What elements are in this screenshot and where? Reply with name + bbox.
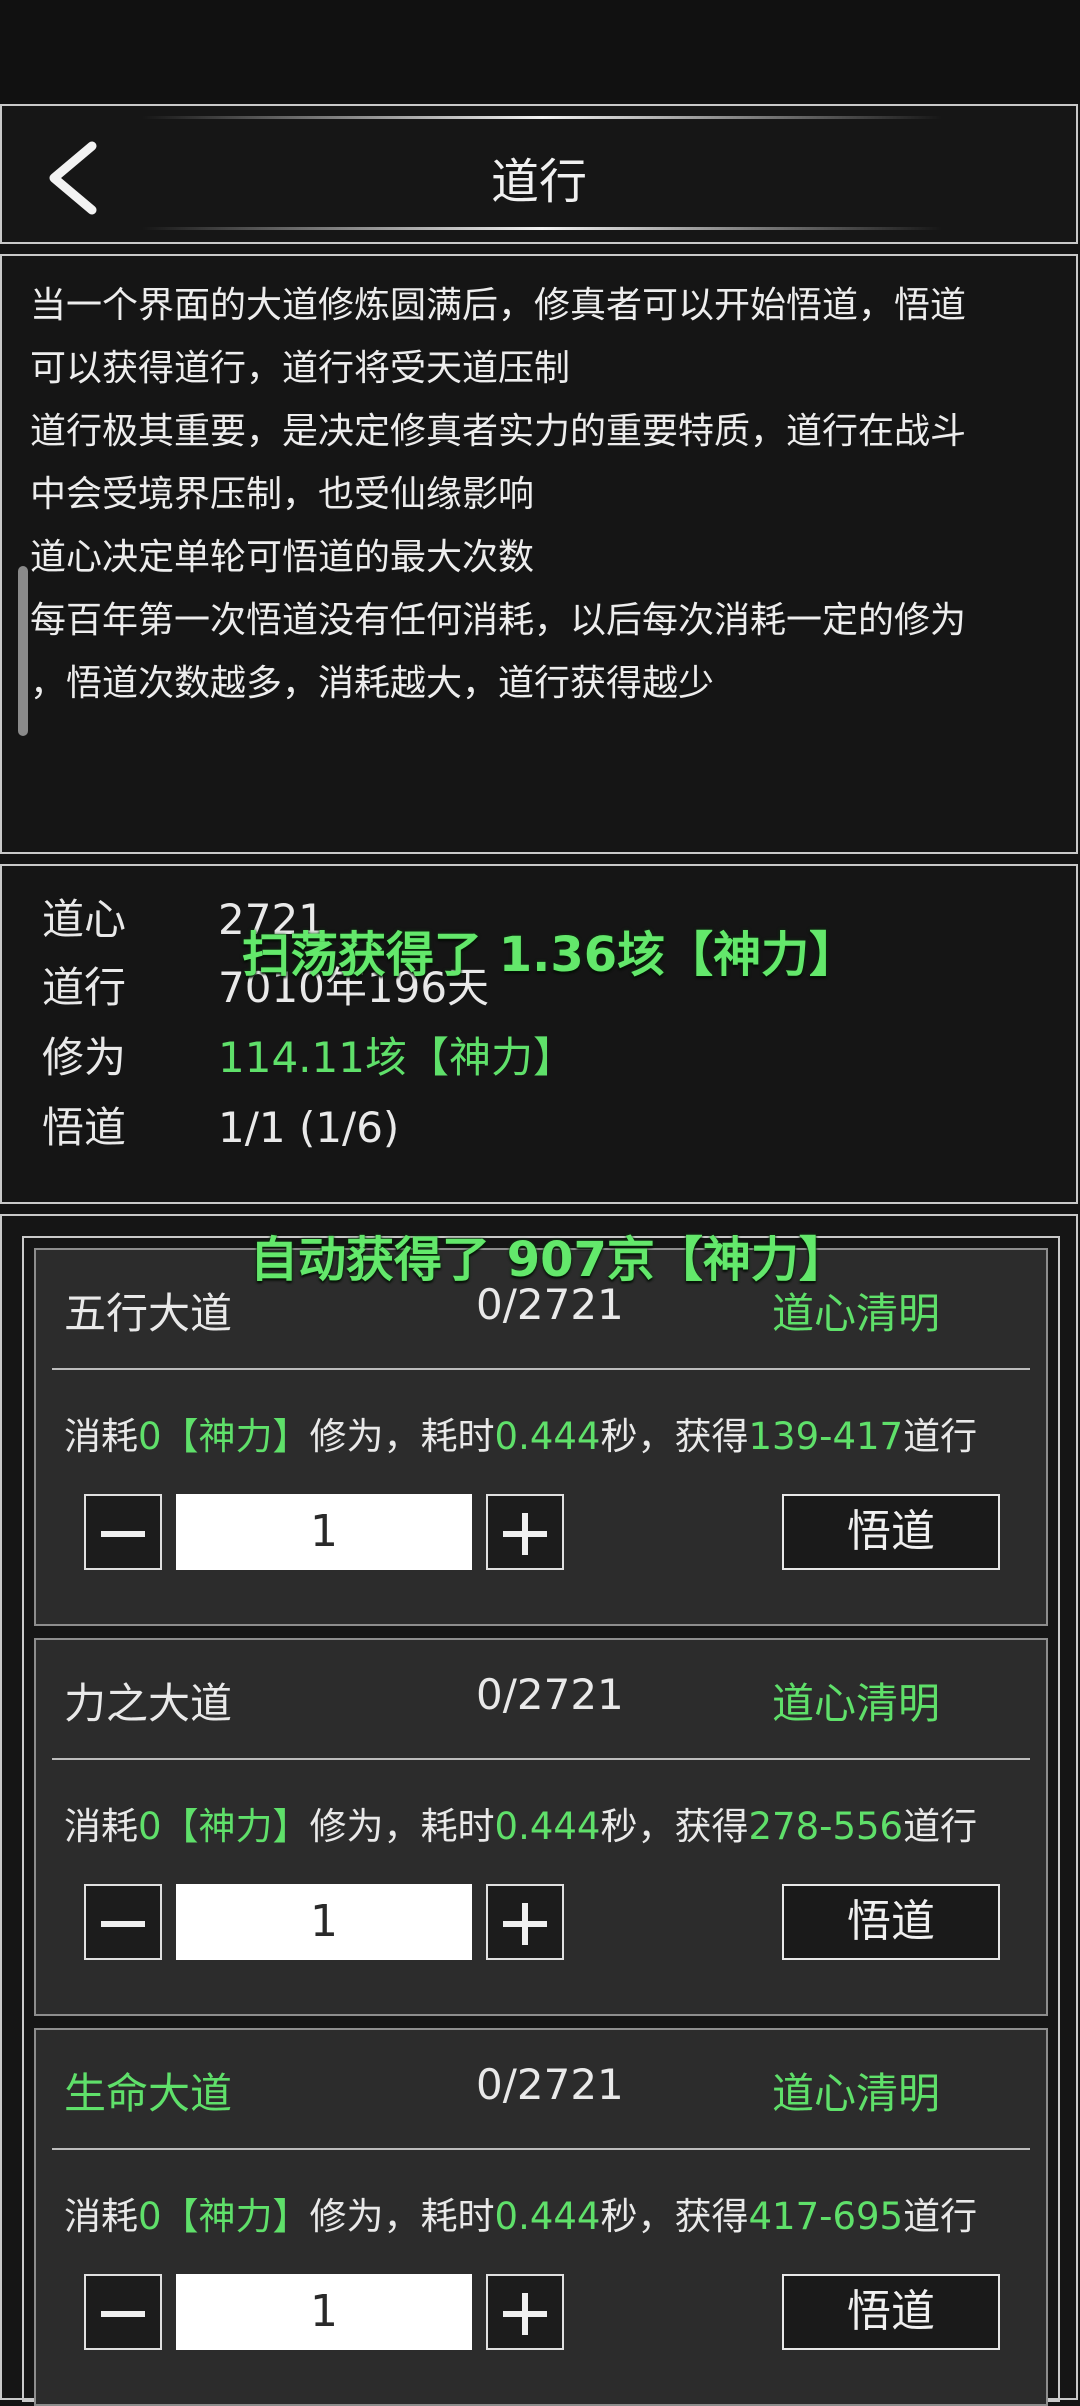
plus-icon [503,1903,547,1945]
description-line: 中会受境界压制，也受仙缘影响 [30,474,535,515]
gain-unit: 道行 [903,1805,978,1848]
dao-list-frame: 五行大道 0/2721 道心清明 消耗0【神力】修为，耗时0.444秒，获得13… [22,1236,1060,2406]
status-bar-area [0,0,1080,104]
wudao-button[interactable]: 悟道 [782,1884,1000,1960]
minus-icon [101,1921,145,1927]
cost-value: 0【神力】 [138,1805,310,1848]
gain-value: 417-695 [748,2195,904,2238]
header-decor-line-top [142,116,942,119]
cost-text: 消耗0【神力】修为，耗时0.444秒，获得139-417道行 [64,1406,977,1460]
stat-wudao: 悟道 1/1 (1/6) [42,1094,399,1155]
time-value: 0.444 [494,2195,601,2238]
cost-mid: 修为，耗时 [309,1415,495,1458]
stat-xiuwei: 修为 114.11垓【神力】 [42,1024,575,1085]
stat-label: 道心 [42,895,127,944]
decrease-button[interactable] [84,1494,162,1570]
dao-card: 生命大道 0/2721 道心清明 消耗0【神力】修为，耗时0.444秒，获得41… [34,2028,1048,2406]
time-value: 0.444 [494,1805,601,1848]
description-line: ，悟道次数越多，消耗越大，道行获得越少 [30,663,715,704]
gain-unit: 道行 [903,1415,978,1458]
dao-name: 生命大道 [64,2069,233,2118]
stat-label: 悟道 [42,1103,127,1152]
dao-count: 0/2721 [476,2060,624,2109]
divider [52,1368,1030,1370]
description-line: 道心决定单轮可悟道的最大次数 [30,537,535,578]
quantity-input[interactable]: 1 [176,1494,472,1570]
cost-prefix: 消耗 [64,2195,138,2238]
cost-prefix: 消耗 [64,1805,138,1848]
description-panel[interactable]: 当一个界面的大道修炼圆满后，修真者可以开始悟道，悟道 可以获得道行，道行将受天道… [0,254,1078,854]
gain-unit: 道行 [903,2195,978,2238]
description-line: 每百年第一次悟道没有任何消耗，以后每次消耗一定的修为 [30,600,967,641]
plus-icon [503,2293,547,2335]
description-line: 当一个界面的大道修炼圆满后，修真者可以开始悟道，悟道 [30,285,967,326]
page-title: 道行 [490,154,587,210]
decrease-button[interactable] [84,2274,162,2350]
dao-card: 五行大道 0/2721 道心清明 消耗0【神力】修为，耗时0.444秒，获得13… [34,1248,1048,1626]
cost-mid: 修为，耗时 [309,1805,495,1848]
dao-name: 五行大道 [64,1289,233,1338]
cost-text: 消耗0【神力】修为，耗时0.444秒，获得278-556道行 [64,1796,977,1850]
cost-value: 0【神力】 [138,2195,310,2238]
stat-value: 1/1 (1/6) [218,1103,400,1152]
cost-text: 消耗0【神力】修为，耗时0.444秒，获得417-695道行 [64,2186,977,2240]
dao-list-panel: 五行大道 0/2721 道心清明 消耗0【神力】修为，耗时0.444秒，获得13… [0,1214,1078,2406]
time-value: 0.444 [494,1415,601,1458]
gain-value: 278-556 [748,1805,904,1848]
time-unit: 秒，获得 [600,2195,749,2238]
stat-value: 114.11垓【神力】 [218,1033,575,1082]
description-line: 道行极其重要，是决定修真者实力的重要特质，道行在战斗 [30,411,967,452]
quantity-input[interactable]: 1 [176,2274,472,2350]
sweep-toast: 扫荡获得了 1.36垓【神力】 [242,927,858,983]
stat-label: 修为 [42,1033,127,1082]
cost-prefix: 消耗 [64,1415,138,1458]
dao-state: 道心清明 [772,1679,941,1728]
divider [52,2148,1030,2150]
plus-icon [503,1513,547,1555]
dao-count: 0/2721 [476,1670,624,1719]
minus-icon [101,2311,145,2317]
cost-mid: 修为，耗时 [309,2195,495,2238]
dao-card: 力之大道 0/2721 道心清明 消耗0【神力】修为，耗时0.444秒，获得27… [34,1638,1048,2016]
time-unit: 秒，获得 [600,1805,749,1848]
decrease-button[interactable] [84,1884,162,1960]
dao-name: 力之大道 [64,1679,233,1728]
auto-gain-toast: 自动获得了 907京【神力】 [250,1232,847,1288]
wudao-button[interactable]: 悟道 [782,1494,1000,1570]
increase-button[interactable] [486,1884,564,1960]
divider [52,1758,1030,1760]
header-bar: 道行 [0,104,1078,244]
minus-icon [101,1531,145,1537]
stat-label: 道行 [42,963,127,1012]
time-unit: 秒，获得 [600,1415,749,1458]
increase-button[interactable] [486,2274,564,2350]
quantity-input[interactable]: 1 [176,1884,472,1960]
wudao-button[interactable]: 悟道 [782,2274,1000,2350]
description-line: 可以获得道行，道行将受天道压制 [30,348,571,389]
cost-value: 0【神力】 [138,1415,310,1458]
increase-button[interactable] [486,1494,564,1570]
gain-value: 139-417 [748,1415,904,1458]
header-decor-line-bottom [142,227,942,230]
dao-state: 道心清明 [772,2069,941,2118]
description-scrollbar[interactable] [18,566,28,736]
